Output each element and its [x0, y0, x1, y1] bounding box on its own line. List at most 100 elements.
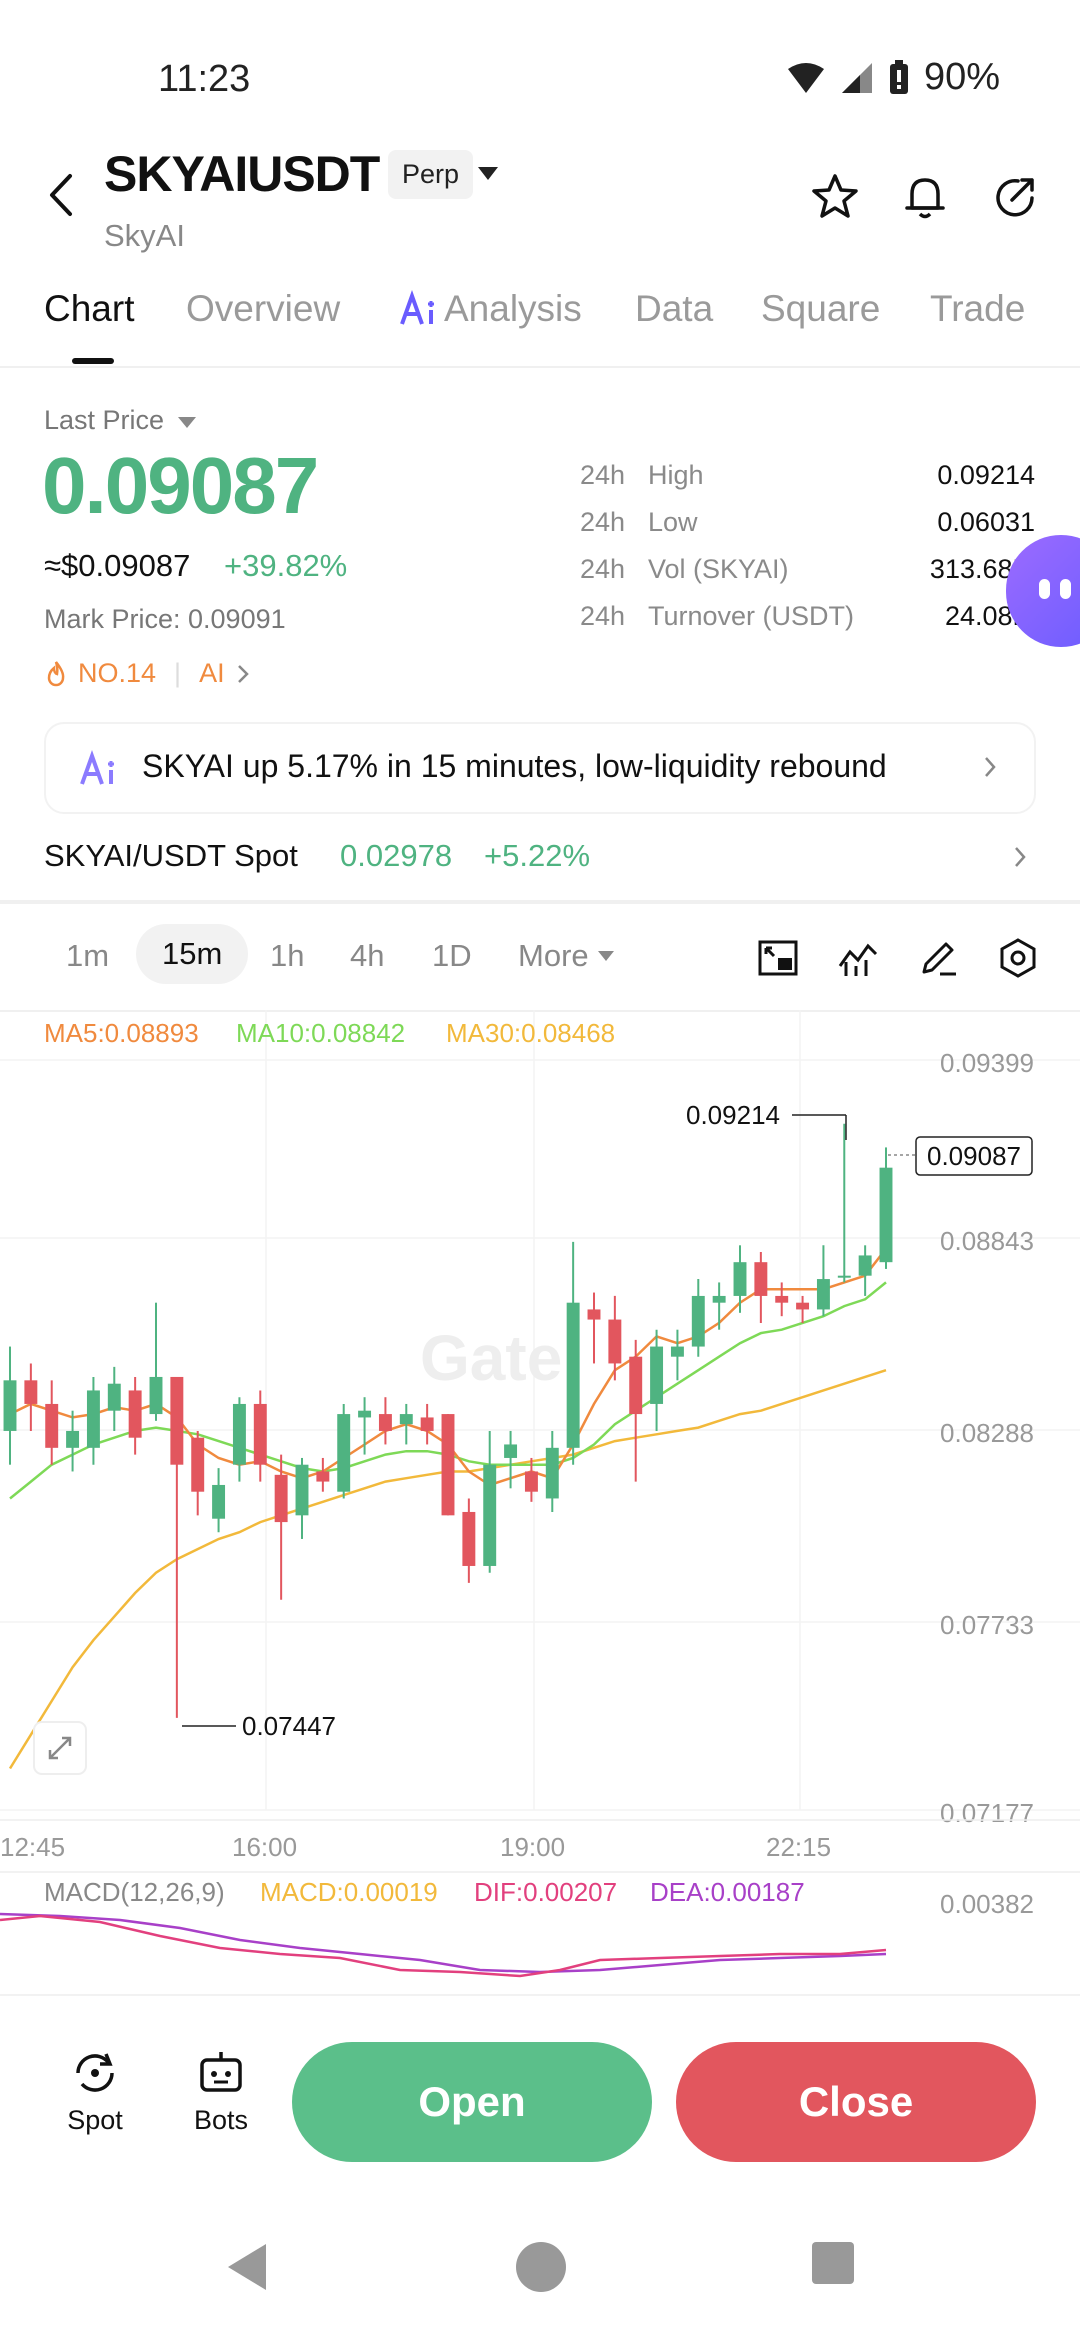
tab-chart[interactable]: Chart — [44, 288, 134, 330]
timeframe-1h[interactable]: 1h — [270, 938, 304, 974]
stat-period: 24h — [580, 601, 626, 631]
candle-up — [358, 1410, 372, 1418]
timeframe-15m[interactable]: 15m — [136, 924, 249, 984]
battery-percent: 90% — [923, 56, 1000, 98]
draw-pen-icon[interactable] — [916, 936, 960, 980]
macd-dif: DIF:0.00207 — [474, 1877, 617, 1907]
stat-label: Vol (SKYAI) — [648, 554, 789, 584]
rank-tag-row[interactable]: NO.14 | AI — [44, 658, 251, 689]
tab-analysis[interactable]: Analysis — [400, 288, 582, 330]
chart-layout-icon[interactable] — [756, 936, 800, 980]
ai-sparkle-icon — [80, 750, 114, 785]
candle-up — [107, 1383, 121, 1411]
caret-down-icon — [597, 951, 614, 961]
indicator-icon[interactable] — [836, 936, 880, 980]
open-position-button[interactable]: Open — [292, 2042, 652, 2162]
current-price-label: 0.09087 — [927, 1141, 1021, 1171]
y-axis-label: 0.07733 — [940, 1610, 1034, 1640]
x-axis-label: 16:00 — [232, 1832, 297, 1862]
bot-icon — [200, 2052, 242, 2092]
y-axis-label: 0.09399 — [940, 1048, 1034, 1078]
candle-up — [399, 1414, 413, 1425]
tab-trade[interactable]: Trade — [930, 288, 1025, 330]
settings-hexagon-icon[interactable] — [996, 936, 1040, 980]
bots-shortcut[interactable]: Bots — [186, 2046, 256, 2136]
close-position-button[interactable]: Close — [676, 2042, 1036, 2162]
stat-row-low: 24h Low 0.06031 — [580, 507, 1035, 538]
bell-icon[interactable] — [898, 170, 952, 224]
candle-down — [128, 1390, 142, 1438]
candle-down — [775, 1295, 789, 1303]
last-price-label[interactable]: Last Price — [44, 405, 164, 436]
chevron-right-icon[interactable] — [1012, 844, 1028, 870]
active-tab-indicator — [72, 358, 114, 364]
share-icon[interactable] — [988, 170, 1042, 224]
divider — [0, 900, 1080, 904]
status-icons: 90% — [786, 56, 1000, 99]
ai-alert-text: SKYAI up 5.17% in 15 minutes, low-liquid… — [142, 748, 887, 784]
timeframe-1m[interactable]: 1m — [66, 938, 109, 974]
tab-overview[interactable]: Overview — [186, 288, 340, 330]
candle-up — [3, 1380, 17, 1431]
stat-label: Turnover (USDT) — [648, 601, 855, 631]
candle-up — [66, 1430, 80, 1448]
candle-down — [170, 1376, 184, 1465]
candle-up — [149, 1376, 163, 1415]
spot-change: +5.22% — [484, 838, 591, 873]
caret-down-icon[interactable] — [178, 417, 196, 428]
watermark: Gate — [420, 1322, 562, 1394]
candle-up — [670, 1346, 684, 1357]
x-axis-label: 22:15 — [766, 1832, 831, 1862]
stat-row-high: 24h High 0.09214 — [580, 460, 1035, 491]
stat-label: High — [648, 460, 704, 490]
candle-down — [378, 1414, 392, 1431]
tab-data[interactable]: Data — [635, 288, 713, 330]
separator: | — [174, 658, 182, 688]
nav-home-icon[interactable] — [514, 2240, 568, 2294]
chevron-down-icon[interactable] — [478, 167, 498, 180]
candle-down — [420, 1417, 434, 1431]
spot-swap-icon — [76, 2053, 114, 2092]
chevron-right-icon — [985, 757, 996, 777]
star-icon[interactable] — [808, 170, 862, 224]
candle-up — [545, 1447, 559, 1499]
candle-up — [858, 1255, 872, 1276]
macd-title: MACD(12,26,9) — [44, 1877, 225, 1907]
y-axis-label: 0.07177 — [940, 1798, 1034, 1828]
candle-up — [837, 1275, 851, 1278]
nav-recents-icon[interactable] — [810, 2240, 856, 2286]
candle-down — [608, 1319, 622, 1364]
bots-shortcut-label: Bots — [193, 2105, 249, 2135]
battery-icon — [889, 59, 908, 94]
spot-price: 0.02978 — [340, 838, 453, 873]
spot-pair[interactable]: SKYAI/USDT Spot — [44, 838, 298, 874]
timeframe-1d[interactable]: 1D — [432, 938, 472, 974]
timeframe-more-label: More — [518, 938, 589, 973]
candle-up — [483, 1464, 497, 1566]
stat-row-turnover: 24h Turnover (USDT) 24.08M — [580, 601, 1035, 632]
price-chart[interactable]: Gate MA5:0.08893 MA10:0.08842 MA30:0.084… — [0, 1010, 1080, 2000]
candle-down — [45, 1403, 59, 1448]
candle-up — [691, 1295, 705, 1347]
timeframe-4h[interactable]: 4h — [350, 938, 384, 974]
candle-down — [253, 1403, 267, 1465]
candle-down — [191, 1437, 205, 1492]
candle-down — [316, 1471, 330, 1482]
contract-type-badge[interactable]: Perp — [388, 150, 474, 199]
timeframe-more[interactable]: More — [518, 938, 615, 974]
candle-down — [462, 1511, 476, 1566]
x-axis-label: 12:45 — [0, 1832, 65, 1862]
spot-shortcut-label: Spot — [67, 2105, 123, 2135]
nav-back-icon[interactable] — [224, 2240, 272, 2294]
stat-value: 0.09214 — [937, 460, 1035, 490]
tab-square[interactable]: Square — [761, 288, 880, 330]
spot-shortcut[interactable]: Spot — [60, 2046, 130, 2136]
back-icon[interactable] — [42, 170, 82, 220]
candle-down — [524, 1471, 538, 1492]
candle-up — [86, 1390, 100, 1448]
wifi-icon — [787, 62, 824, 93]
stat-period: 24h — [580, 554, 626, 584]
low-marker: 0.07447 — [242, 1711, 336, 1741]
candle-up — [712, 1295, 726, 1303]
stat-value: 0.06031 — [937, 507, 1035, 537]
